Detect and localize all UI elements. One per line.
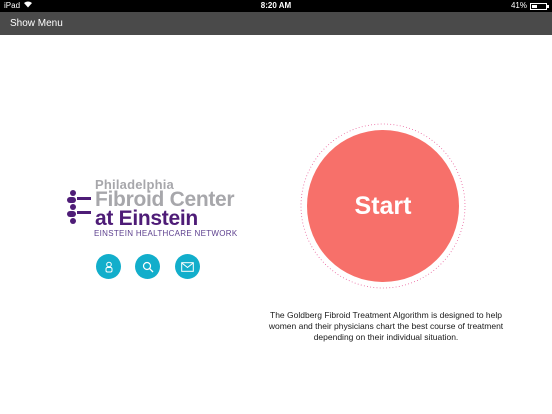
show-menu-button[interactable]: Show Menu xyxy=(10,12,63,35)
person-icon xyxy=(105,261,112,272)
top-menu-bar: Show Menu xyxy=(0,12,552,35)
profile-button[interactable] xyxy=(96,254,121,279)
start-button[interactable]: Start xyxy=(307,130,459,282)
logo-mark-icon xyxy=(67,190,91,224)
search-button[interactable] xyxy=(135,254,160,279)
mail-icon xyxy=(181,261,194,272)
mail-button[interactable] xyxy=(175,254,200,279)
start-area: Start xyxy=(299,122,467,290)
search-icon xyxy=(142,261,153,272)
status-bar: iPad 8:20 AM 41% xyxy=(0,0,552,12)
fibroid-center-logo: Philadelphia Fibroid Center at Einstein … xyxy=(64,176,264,246)
logo-text-network: EINSTEIN HEALTHCARE NETWORK xyxy=(94,229,238,238)
status-right: 41% xyxy=(510,0,549,12)
battery-percent: 41% xyxy=(510,1,527,10)
description-text: The Goldberg Fibroid Treatment Algorithm… xyxy=(268,310,504,342)
battery-icon xyxy=(530,2,549,10)
logo-text-at-einstein: at Einstein xyxy=(95,207,198,230)
status-time: 8:20 AM xyxy=(260,1,292,10)
